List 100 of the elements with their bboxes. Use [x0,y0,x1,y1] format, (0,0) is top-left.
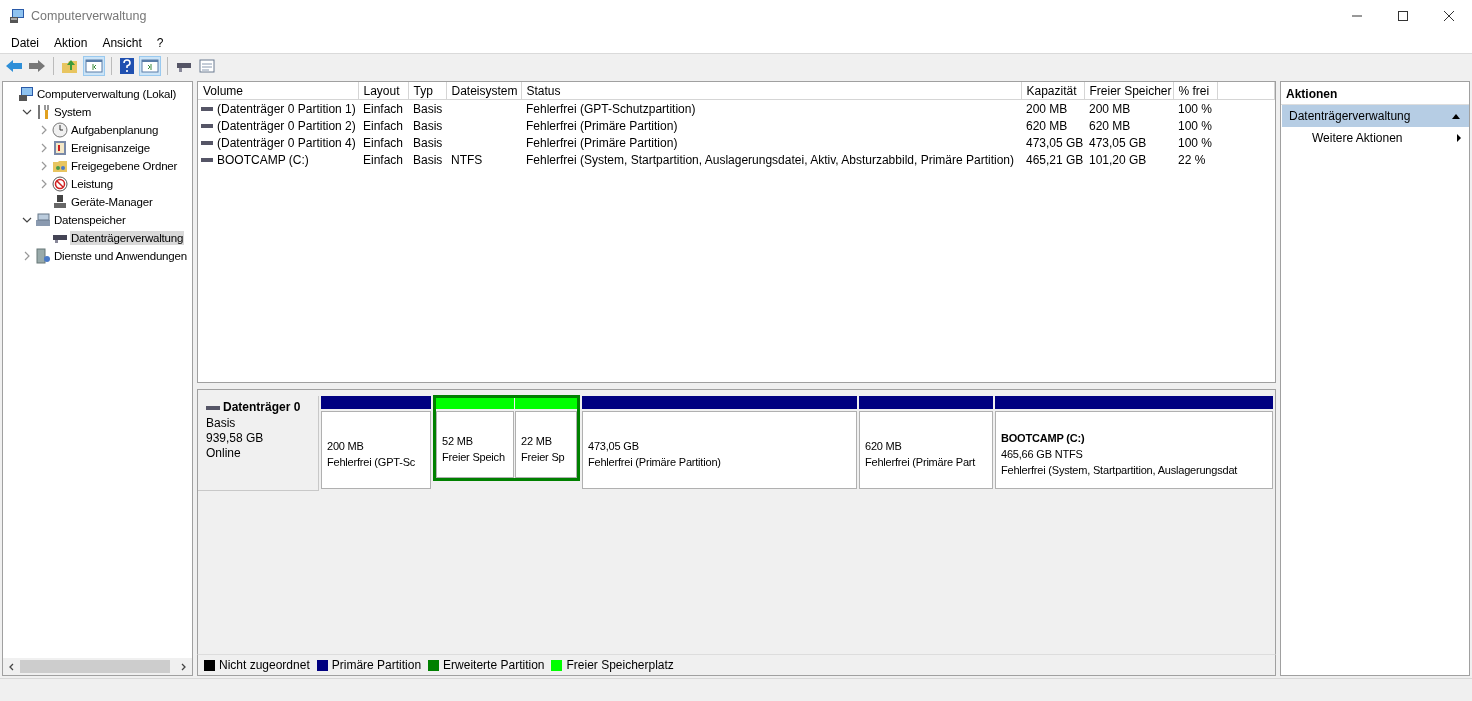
actions-section[interactable]: Datenträgerverwaltung [1282,105,1469,127]
close-icon[interactable] [1443,10,1455,22]
table-cell: Einfach [363,152,404,167]
table-cell: 473,05 GB [1089,135,1147,150]
column-header[interactable]: Kapazität [1021,82,1084,100]
up-folder-icon[interactable] [61,58,79,74]
column-header[interactable]: Typ [408,82,446,100]
column-header[interactable]: Volume [198,82,358,100]
table-cell: Basis [413,118,443,133]
tree-item[interactable]: Datenträgerverwaltung [70,231,185,245]
disk-type: Basis [206,416,237,431]
storage-icon [35,212,51,228]
partition-text: 52 MB [442,433,474,449]
column-header[interactable]: % frei [1173,82,1217,100]
partition-block[interactable]: 473,05 GB Fehlerfrei (Primäre Partition) [582,411,857,489]
table-cell: Einfach [363,135,404,150]
tree-item[interactable]: Computerverwaltung (Lokal) [36,87,178,101]
disk-status: Online [206,446,242,461]
app-icon [9,8,25,24]
menu-item[interactable]: Aktion [46,33,95,52]
column-header[interactable]: Freier Speicher [1084,82,1173,100]
section-title: Datenträgerverwaltung [1289,109,1411,123]
partition-block[interactable]: 620 MB Fehlerfrei (Primäre Part [859,411,993,489]
table-cell: 465,21 GB [1026,152,1084,167]
table-cell: Fehlerfrei (Primäre Partition) [526,135,678,150]
extended-partition[interactable]: 52 MB Freier Speich 22 MB Freier Sp [433,395,580,481]
partition-block[interactable]: 22 MB Freier Sp [515,411,577,478]
table-cell: BOOTCAMP (C:) [217,152,309,167]
collapse-triangle-icon[interactable] [1451,112,1461,120]
computer-icon [18,86,34,102]
table-cell: (Datenträger 0 Partition 1) [217,101,356,116]
tree-item[interactable]: Ereignisanzeige [70,141,151,155]
partition-text: 200 MB [327,439,365,454]
collapse-chevron-icon[interactable] [22,107,32,117]
table-cell: 620 MB [1089,118,1131,133]
table-cell: Basis [413,101,443,116]
partition-bar [515,398,577,410]
table-cell: (Datenträger 0 Partition 4) [217,135,356,150]
expand-chevron-icon[interactable] [39,143,49,153]
table-cell: Fehlerfrei (System, Startpartition, Auslagerungsdatei, Aktiv, Absturzabbild, Primäre Partition) [526,152,1014,167]
disk-info-panel[interactable]: Datenträger 0 Basis 939,58 GB Online [198,396,319,491]
device-icon [52,194,68,210]
tree-item[interactable]: Datenspeicher [53,213,127,227]
partition-block[interactable]: 52 MB Freier Speich [436,411,514,478]
expand-chevron-icon[interactable] [22,251,32,261]
back-arrow-icon[interactable] [5,58,23,74]
partition-text: Fehlerfrei (GPT-Sc [327,455,417,470]
partition-text: Fehlerfrei (Primäre Part [865,455,977,470]
disk-name: Datenträger 0 [223,400,301,415]
expand-chevron-icon[interactable] [39,125,49,135]
table-cell: Fehlerfrei (GPT-Schutzpartition) [526,101,696,116]
action-pane-icon[interactable] [140,57,160,75]
forward-arrow-icon[interactable] [28,58,46,74]
expand-chevron-icon[interactable] [39,161,49,171]
submenu-triangle-icon [1456,133,1462,143]
legend-label: Erweiterte Partition [443,658,545,672]
collapse-chevron-icon[interactable] [22,215,32,225]
partition-text: 465,66 GB NTFS [1001,447,1084,462]
table-cell: Einfach [363,101,404,116]
table-cell: Fehlerfrei (Primäre Partition) [526,118,678,133]
help-icon[interactable] [119,57,135,75]
table-cell: 101,20 GB [1089,152,1147,167]
menu-item[interactable]: ? [148,33,171,52]
tree-item[interactable]: Freigegebene Ordner [70,159,179,173]
tree-item[interactable]: System [53,105,93,119]
scrollbar-thumb[interactable] [20,660,170,673]
tree-item[interactable]: Geräte-Manager [70,195,154,209]
legend-label: Primäre Partition [331,658,422,672]
column-header[interactable]: Status [521,82,1021,100]
partition-block[interactable]: 200 MB Fehlerfrei (GPT-Sc [321,411,431,489]
table-cell: Einfach [363,118,404,133]
legend-label: Nicht zugeordnet [219,658,310,672]
no-entry-gauge-icon [52,176,68,192]
expand-chevron-icon[interactable] [39,179,49,189]
properties-icon[interactable] [198,58,216,74]
maximize-icon[interactable] [1397,10,1409,22]
table-cell: NTFS [451,152,483,167]
action-link[interactable]: Weitere Aktionen [1312,131,1403,145]
partition-text: 620 MB [865,439,903,454]
disk-size: 939,58 GB [206,431,265,446]
table-cell: (Datenträger 0 Partition 2) [217,118,356,133]
menu-item[interactable]: Ansicht [94,33,149,52]
horizontal-scrollbar[interactable] [3,658,192,675]
tree-item[interactable]: Aufgabenplanung [70,123,160,137]
clock-icon [52,122,68,138]
table-cell: 100 % [1178,135,1213,150]
tree-pane-icon[interactable] [84,57,104,75]
event-log-icon [52,140,68,156]
column-header[interactable]: Dateisystem [446,82,521,100]
shared-folder-icon [52,158,68,174]
partition-text: Freier Speich [442,449,506,465]
menu-item[interactable]: Datei [0,33,46,52]
tools-icon [35,104,51,120]
tree-item[interactable]: Dienste und Anwendungen [53,249,188,263]
table-cell: 100 % [1178,101,1213,116]
column-header[interactable]: Layout [358,82,408,100]
tree-item[interactable]: Leistung [70,177,114,191]
partition-block[interactable]: BOOTCAMP (C:) 465,66 GB NTFS Fehlerfrei (System, Startpartition, Auslagerungsdat [995,411,1273,489]
partition-text: 22 MB [521,433,553,449]
table-cell: Basis [413,135,443,150]
